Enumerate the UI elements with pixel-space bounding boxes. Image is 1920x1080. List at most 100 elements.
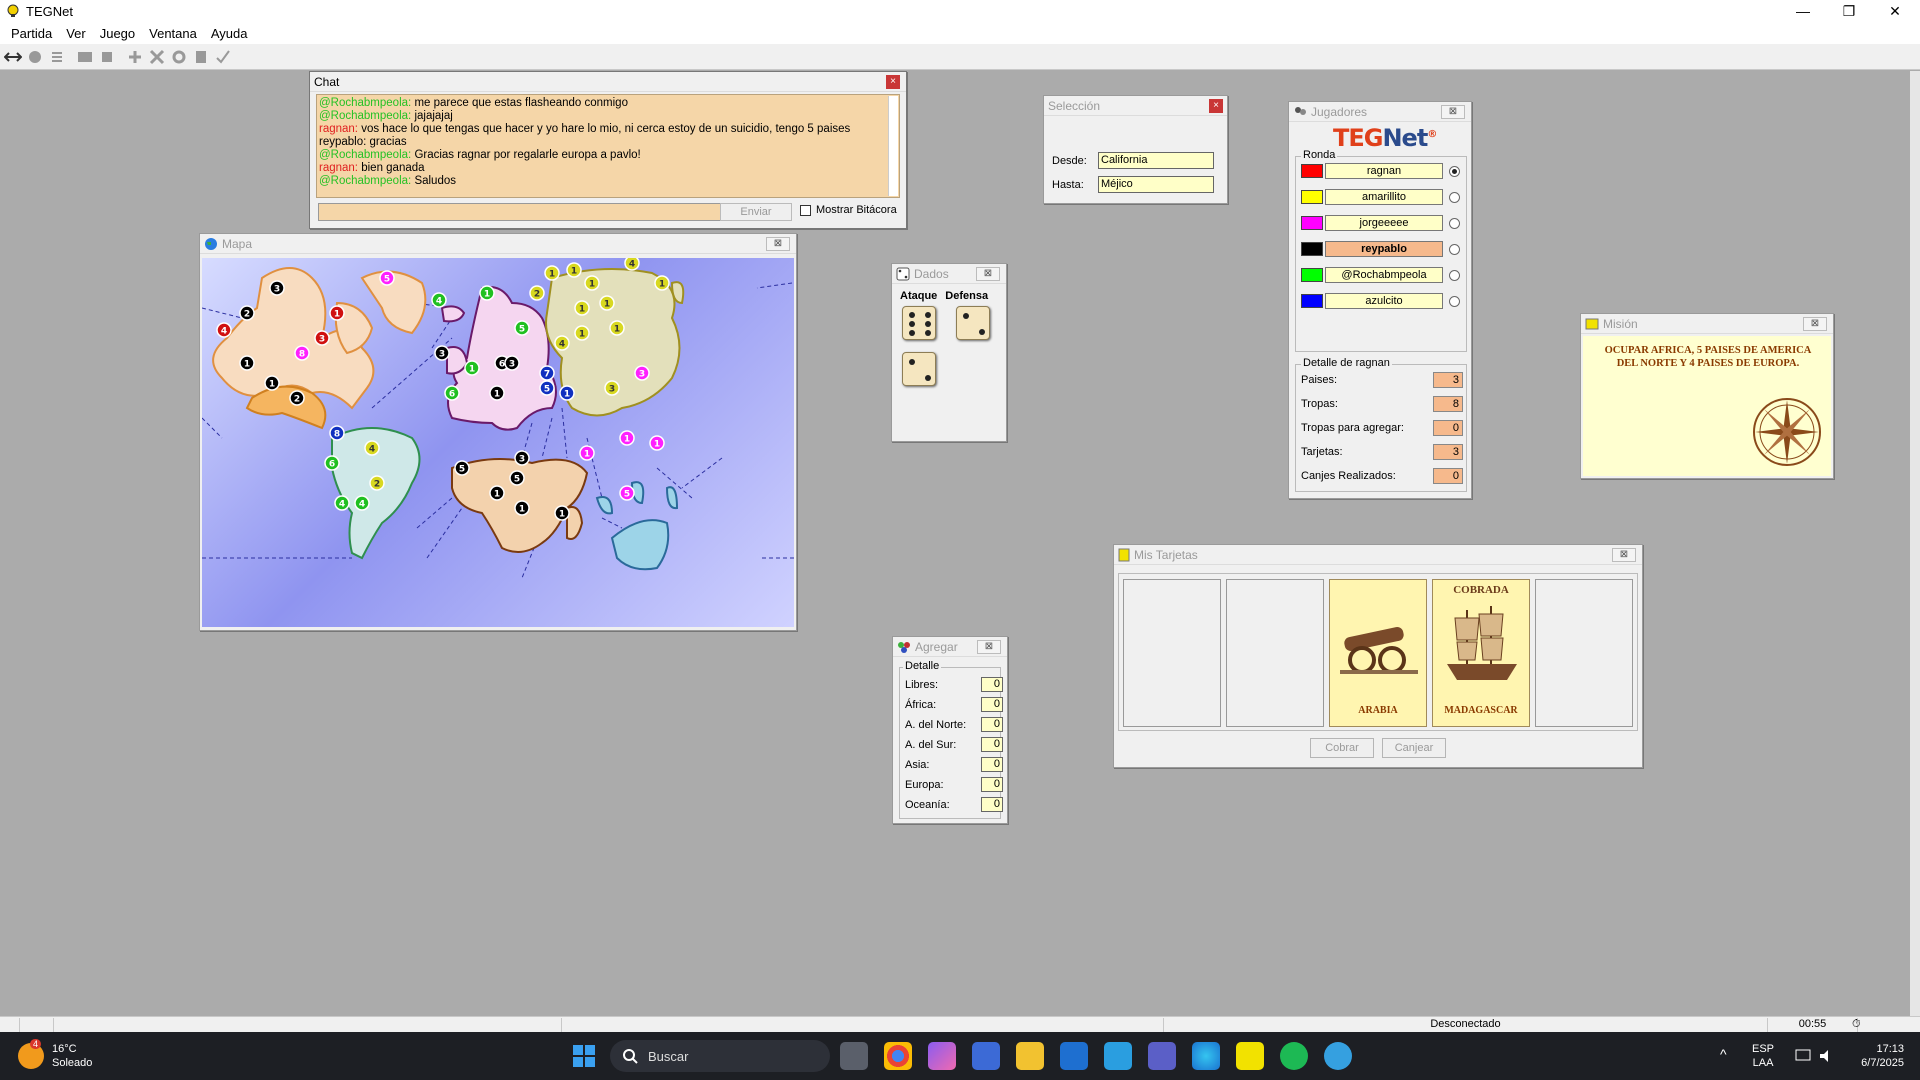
- chat-send-button[interactable]: Enviar: [720, 203, 792, 221]
- territory-sumatra[interactable]: [595, 496, 614, 515]
- card-slot[interactable]: [1226, 579, 1324, 727]
- card-slot[interactable]: [1123, 579, 1221, 727]
- army-marker[interactable]: 1: [264, 375, 280, 391]
- card-arabia[interactable]: ARABIA: [1329, 579, 1427, 727]
- player-turn-radio[interactable]: [1449, 295, 1460, 307]
- connect-button[interactable]: [2, 46, 24, 68]
- army-marker[interactable]: 1: [566, 262, 582, 278]
- world-map[interactable]: 3241381125846244415363161751114211111143…: [202, 258, 794, 627]
- army-marker[interactable]: 4: [624, 258, 640, 271]
- army-marker[interactable]: 1: [584, 275, 600, 291]
- army-marker[interactable]: 1: [514, 500, 530, 516]
- army-marker[interactable]: 1: [554, 505, 570, 521]
- minimize-button[interactable]: —: [1780, 0, 1826, 22]
- players-close-button[interactable]: ⊠: [1441, 105, 1465, 119]
- army-marker[interactable]: 2: [369, 475, 385, 491]
- army-marker[interactable]: 1: [609, 320, 625, 336]
- menu-ayuda[interactable]: Ayuda: [204, 26, 255, 41]
- army-marker[interactable]: 1: [464, 360, 480, 376]
- end-turn-button[interactable]: [96, 46, 118, 68]
- disconnect-button[interactable]: [24, 46, 46, 68]
- army-marker[interactable]: 3: [504, 355, 520, 371]
- army-marker[interactable]: 8: [329, 425, 345, 441]
- edge-icon[interactable]: [1192, 1042, 1220, 1070]
- chat-scrollbar[interactable]: [888, 96, 898, 196]
- army-marker[interactable]: 8: [294, 345, 310, 361]
- army-marker[interactable]: 2: [529, 285, 545, 301]
- army-marker[interactable]: 5: [619, 485, 635, 501]
- army-marker[interactable]: 1: [239, 355, 255, 371]
- army-marker[interactable]: 1: [574, 300, 590, 316]
- army-marker[interactable]: 7: [539, 365, 555, 381]
- army-marker[interactable]: 2: [289, 390, 305, 406]
- exchange-button[interactable]: Canjear: [1382, 738, 1446, 758]
- weather-widget[interactable]: 4 16°C Soleado: [18, 1039, 92, 1070]
- chrome-icon[interactable]: [884, 1042, 912, 1070]
- army-marker[interactable]: 3: [634, 365, 650, 381]
- army-marker[interactable]: 3: [314, 330, 330, 346]
- show-log-checkbox[interactable]: Mostrar Bitácora: [800, 204, 897, 216]
- tegnet-taskbar-icon[interactable]: [1236, 1042, 1264, 1070]
- player-turn-radio[interactable]: [1449, 217, 1460, 229]
- army-marker[interactable]: 3: [514, 450, 530, 466]
- volume-icon[interactable]: [1818, 1048, 1836, 1064]
- file-explorer-icon[interactable]: [1016, 1042, 1044, 1070]
- army-marker[interactable]: 4: [364, 440, 380, 456]
- store-icon[interactable]: [972, 1042, 1000, 1070]
- my-cards-close-button[interactable]: ⊠: [1612, 548, 1636, 562]
- army-marker[interactable]: 4: [354, 495, 370, 511]
- players-list-button[interactable]: [46, 46, 68, 68]
- attack-button[interactable]: [146, 46, 168, 68]
- add-armies-button[interactable]: [124, 46, 146, 68]
- army-marker[interactable]: 5: [539, 380, 555, 396]
- army-marker[interactable]: 5: [509, 470, 525, 486]
- menu-ventana[interactable]: Ventana: [142, 26, 204, 41]
- army-marker[interactable]: 3: [434, 345, 450, 361]
- army-marker[interactable]: 1: [489, 385, 505, 401]
- start-button-taskbar[interactable]: [570, 1042, 598, 1070]
- chat-input[interactable]: [318, 203, 726, 221]
- army-marker[interactable]: 4: [431, 292, 447, 308]
- army-marker[interactable]: 1: [649, 435, 665, 451]
- army-marker[interactable]: 5: [514, 320, 530, 336]
- army-marker[interactable]: 1: [619, 430, 635, 446]
- army-marker[interactable]: 1: [329, 305, 345, 321]
- army-marker[interactable]: 4: [216, 322, 232, 338]
- start-button[interactable]: [74, 46, 96, 68]
- dice-close-button[interactable]: ⊠: [976, 267, 1000, 281]
- army-marker[interactable]: 1: [599, 295, 615, 311]
- army-marker[interactable]: 1: [574, 325, 590, 341]
- territory-iceland[interactable]: [440, 305, 466, 323]
- app-icon-round[interactable]: [1324, 1042, 1352, 1070]
- app-icon[interactable]: [1104, 1042, 1132, 1070]
- chat-close-button[interactable]: ×: [886, 75, 900, 89]
- card-madagascar[interactable]: COBRADA MADAGASCAR: [1432, 579, 1530, 727]
- army-marker[interactable]: 5: [379, 270, 395, 286]
- spotify-icon[interactable]: [1280, 1042, 1308, 1070]
- tray-chevron-icon[interactable]: ^: [1720, 1046, 1727, 1062]
- army-marker[interactable]: 1: [579, 445, 595, 461]
- territory-australia[interactable]: [610, 519, 670, 571]
- outlook-icon[interactable]: [1060, 1042, 1088, 1070]
- language-indicator[interactable]: ESP LAA: [1752, 1042, 1774, 1070]
- army-marker[interactable]: 4: [554, 335, 570, 351]
- army-marker[interactable]: 2: [239, 305, 255, 321]
- workspace-scrollbar[interactable]: [1910, 71, 1920, 1016]
- selection-close-button[interactable]: ×: [1209, 99, 1223, 113]
- copilot-icon[interactable]: [928, 1042, 956, 1070]
- menu-juego[interactable]: Juego: [93, 26, 142, 41]
- menu-partida[interactable]: Partida: [4, 26, 59, 41]
- army-marker[interactable]: 1: [559, 385, 575, 401]
- army-marker[interactable]: 1: [544, 265, 560, 281]
- map-close-button[interactable]: ⊠: [766, 237, 790, 251]
- taskbar-search[interactable]: Buscar: [610, 1040, 830, 1072]
- army-marker[interactable]: 1: [489, 485, 505, 501]
- army-marker[interactable]: 1: [479, 285, 495, 301]
- regroup-button[interactable]: [168, 46, 190, 68]
- army-marker[interactable]: 4: [334, 495, 350, 511]
- army-marker[interactable]: 6: [324, 455, 340, 471]
- army-marker[interactable]: 6: [444, 385, 460, 401]
- restore-button[interactable]: ❐: [1826, 0, 1872, 22]
- end-action-button[interactable]: [212, 46, 234, 68]
- army-marker[interactable]: 3: [269, 280, 285, 296]
